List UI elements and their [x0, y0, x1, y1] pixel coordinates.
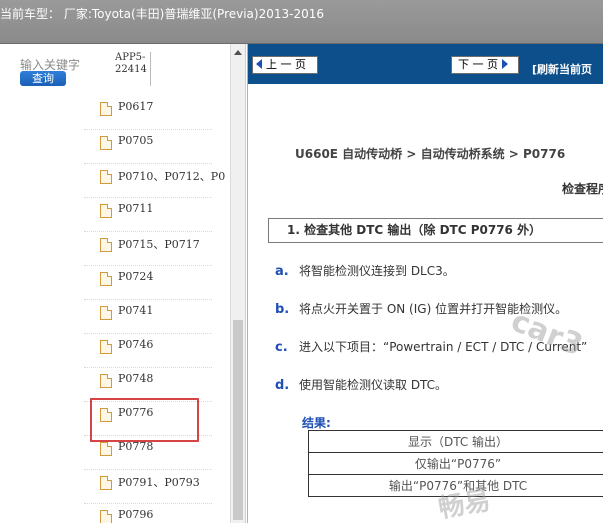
- procedure-title: 检查程序: [562, 182, 603, 196]
- vehicle-title: 当前车型： 厂家:Toyota(丰田)普瑞维亚(Previa)2013-2016: [0, 7, 324, 21]
- document-icon: [100, 204, 112, 218]
- tree-item-label[interactable]: P0791、P0793: [118, 474, 200, 490]
- substep-text: 使用智能检测仪读取 DTC。: [299, 378, 448, 392]
- prev-page-button[interactable]: 上 一 页: [252, 56, 318, 74]
- table-cell: 输出“P0776”和其他 DTC: [308, 474, 603, 497]
- substep-mark: a.: [275, 264, 289, 279]
- table-cell: 显示（DTC 输出）: [308, 430, 603, 453]
- substep-mark: c.: [275, 340, 288, 355]
- table-row: 仅输出“P0776”: [308, 452, 603, 475]
- table-row: 显示（DTC 输出）: [308, 430, 603, 453]
- tree-item[interactable]: P0705: [84, 130, 212, 164]
- selection-highlight-box: [90, 398, 199, 442]
- tree-item-label[interactable]: P0705: [118, 134, 153, 147]
- doc-navbar: 上 一 页 下 一 页 [刷新当前页: [248, 44, 603, 84]
- scroll-up-icon[interactable]: [234, 50, 242, 55]
- tree-item[interactable]: P0748: [84, 368, 212, 402]
- document-icon: [100, 340, 112, 354]
- document-icon: [100, 102, 112, 116]
- refresh-link[interactable]: [刷新当前页: [532, 61, 592, 77]
- tree-item[interactable]: P0724: [84, 266, 212, 300]
- tree-item[interactable]: P0741: [84, 300, 212, 334]
- tree-item[interactable]: P0791、P0793: [84, 470, 212, 504]
- tree-item-label[interactable]: P0711: [118, 202, 153, 215]
- arrow-left-icon: [256, 59, 262, 69]
- left-panel: 输入关键字 查询 APP5-22414 P0617 P0705 P0710、P0…: [0, 44, 246, 523]
- substep: d. 使用智能检测仪读取 DTC。: [275, 376, 447, 393]
- substep-text: 将点火开关置于 ON (IG) 位置并打开智能检测仪。: [299, 302, 568, 316]
- tree-item[interactable]: P0796: [84, 504, 212, 523]
- step-heading: 1. 检查其他 DTC 输出（除 DTC P0776 外）: [268, 218, 603, 243]
- tree-item[interactable]: P0711: [84, 198, 212, 232]
- document-icon: [100, 170, 112, 184]
- tree-item-label[interactable]: P0715、P0717: [118, 236, 200, 252]
- substep: c. 进入以下项目：“Powertrain / ECT / DTC / Curre…: [275, 338, 587, 355]
- window-titlebar: 当前车型： 厂家:Toyota(丰田)普瑞维亚(Previa)2013-2016: [0, 0, 603, 44]
- document-panel: 上 一 页 下 一 页 [刷新当前页 U660E 自动传动桥 > 自动传动桥系统…: [247, 44, 603, 523]
- tree-item-label[interactable]: P0741: [118, 304, 153, 317]
- search-button[interactable]: 查询: [20, 71, 66, 86]
- doc-breadcrumb: U660E 自动传动桥 > 自动传动桥系统 > P0776: [295, 147, 566, 161]
- tree-item-label[interactable]: P0796: [118, 508, 153, 521]
- document-icon: [100, 306, 112, 320]
- tree-item[interactable]: P0715、P0717: [84, 232, 212, 266]
- substep-text: 将智能检测仪连接到 DLC3。: [299, 264, 455, 278]
- dtc-tree: P0617 P0705 P0710、P0712、P0 P0711 P0715、P…: [0, 96, 230, 523]
- document-content: U660E 自动传动桥 > 自动传动桥系统 > P0776 检查程序 1. 检查…: [248, 84, 603, 523]
- table-cell: 仅输出“P0776”: [308, 452, 603, 475]
- result-label: 结果:: [302, 416, 331, 430]
- tree-item-label[interactable]: P0746: [118, 338, 153, 351]
- document-icon: [100, 476, 112, 490]
- tree-item[interactable]: P0710、P0712、P0: [84, 164, 225, 198]
- document-icon: [100, 374, 112, 388]
- tree-item[interactable]: P0746: [84, 334, 212, 368]
- tree-item-label[interactable]: P0710、P0712、P0: [118, 168, 225, 184]
- tree-item-label[interactable]: P0617: [118, 100, 153, 113]
- prev-page-label: 上 一 页: [266, 58, 306, 71]
- tree-item-label[interactable]: P0748: [118, 372, 153, 385]
- substep: a. 将智能检测仪连接到 DLC3。: [275, 262, 455, 279]
- document-icon: [100, 238, 112, 252]
- substep-mark: d.: [275, 378, 290, 393]
- document-icon: [100, 272, 112, 286]
- document-icon: [100, 136, 112, 150]
- next-page-button[interactable]: 下 一 页: [451, 56, 519, 74]
- tree-item-label[interactable]: P0724: [118, 270, 153, 283]
- result-table: 显示（DTC 输出） 仅输出“P0776” 输出“P0776”和其他 DTC: [308, 430, 603, 497]
- tree-scrollbar[interactable]: [230, 44, 245, 523]
- substep: b. 将点火开关置于 ON (IG) 位置并打开智能检测仪。: [275, 300, 567, 317]
- search-input[interactable]: APP5-22414: [115, 52, 151, 86]
- document-icon: [100, 442, 112, 456]
- substep-text: 进入以下项目：“Powertrain / ECT / DTC / Current…: [299, 340, 588, 354]
- tree-item[interactable]: P0617: [84, 96, 212, 130]
- document-icon: [100, 510, 112, 523]
- next-page-label: 下 一 页: [458, 58, 498, 71]
- substep-mark: b.: [275, 302, 290, 317]
- table-row: 输出“P0776”和其他 DTC: [308, 474, 603, 497]
- scrollbar-thumb[interactable]: [233, 320, 243, 520]
- arrow-right-icon: [502, 59, 508, 69]
